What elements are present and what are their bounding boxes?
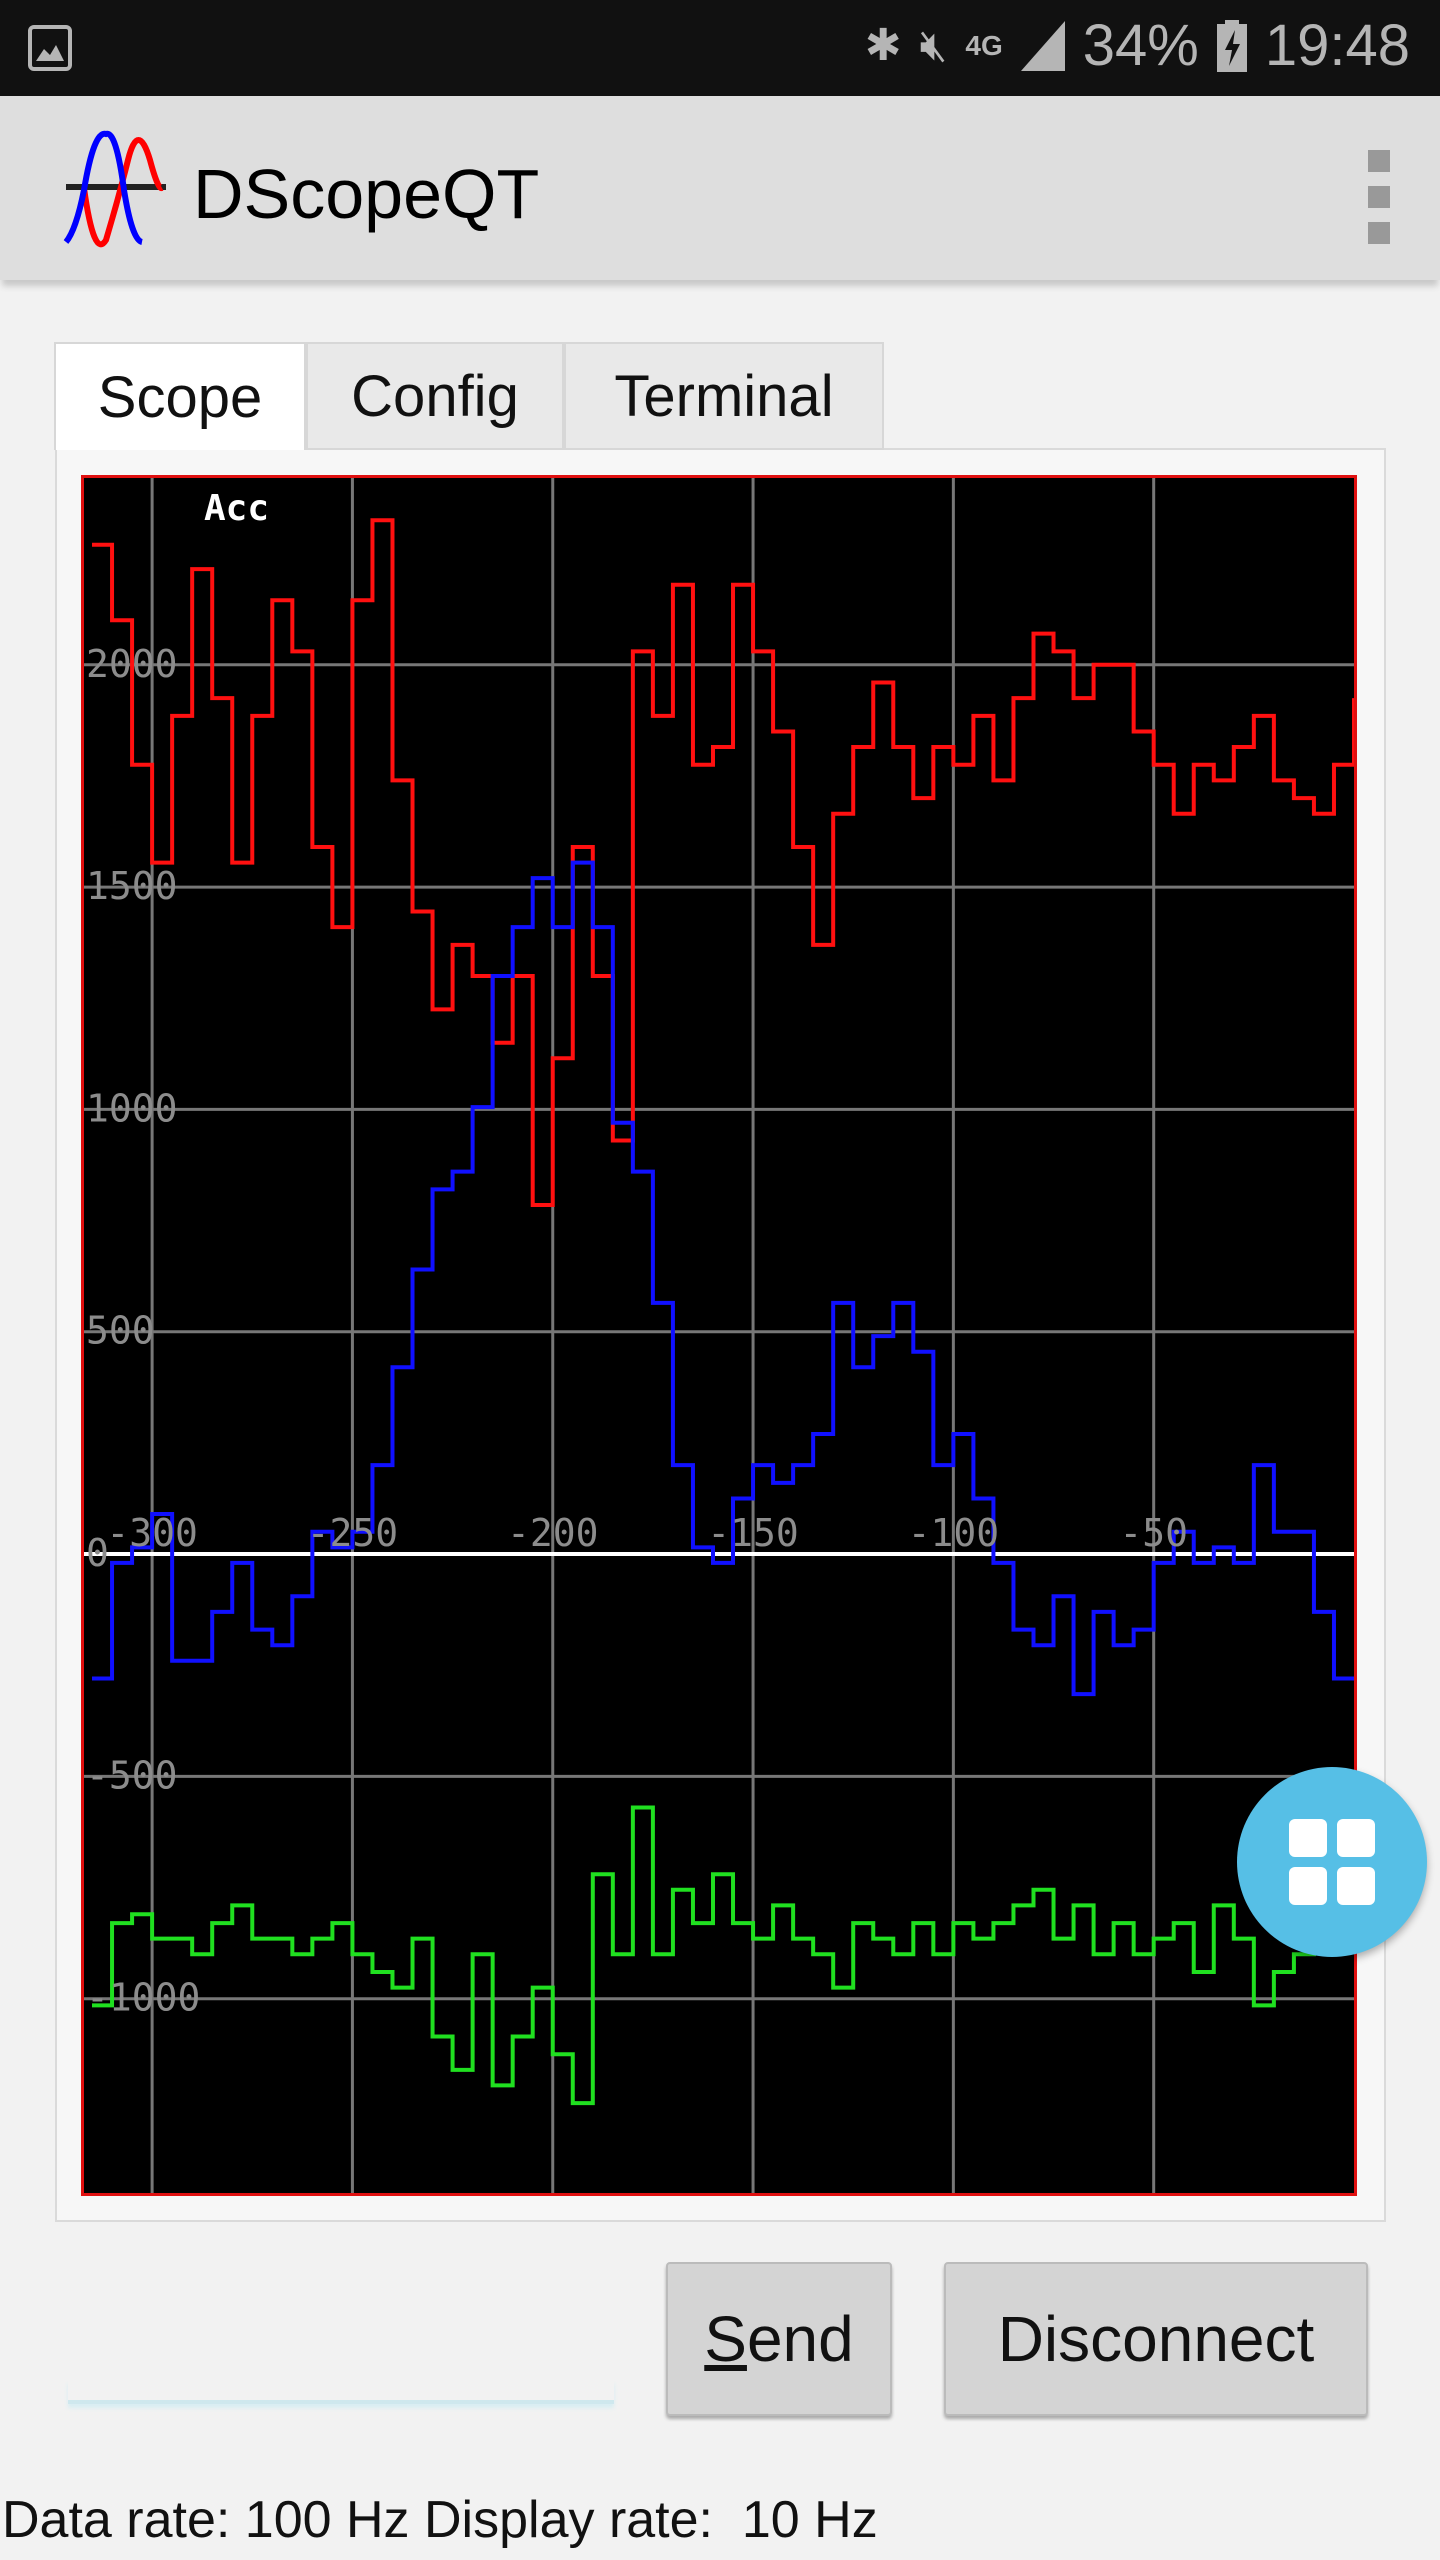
app-bar: DScopeQT — [0, 96, 1440, 280]
x-tick-label: -50 — [1119, 1511, 1188, 1555]
send-button[interactable]: Send — [666, 2262, 892, 2416]
command-input[interactable] — [68, 2380, 614, 2404]
tab-scope[interactable]: Scope — [54, 342, 306, 450]
tab-terminal[interactable]: Terminal — [564, 342, 884, 450]
x-tick-label: -150 — [707, 1511, 799, 1555]
series-line-1 — [92, 860, 1354, 1697]
y-tick-label: -500 — [86, 1753, 178, 1797]
more-vert-icon[interactable] — [1368, 150, 1390, 258]
series-line-2 — [92, 1805, 1356, 2106]
x-tick-label: -200 — [507, 1511, 599, 1555]
tab-config[interactable]: Config — [306, 342, 564, 450]
4g-icon: 4G — [965, 29, 1003, 61]
mute-icon: 🔇︎ — [919, 20, 948, 70]
image-icon — [28, 25, 72, 71]
y-tick-label: 0 — [86, 1531, 109, 1575]
x-tick-label: -300 — [106, 1511, 198, 1555]
y-tick-label: 500 — [86, 1309, 155, 1353]
app-logo — [63, 130, 166, 248]
battery-charging-icon — [1216, 19, 1247, 72]
battery-level: 34% — [1082, 13, 1199, 78]
y-tick-label: -1000 — [86, 1976, 200, 2020]
display-rate: Display rate: 10 Hz — [424, 2491, 878, 2549]
send-label: Send — [704, 2303, 854, 2375]
status-bar: ✱ 🔇︎ 4G 34% 19:48 — [0, 0, 1440, 96]
scope-plot: -300 -250 -200 -150 -100 -50 2000 1500 1000 500 0 -… — [81, 475, 1357, 2196]
disconnect-button[interactable]: Disconnect — [944, 2262, 1368, 2416]
grid-menu-button[interactable] — [1237, 1767, 1427, 1957]
clock: 19:48 — [1264, 13, 1410, 78]
y-tick-label: 2000 — [86, 642, 178, 686]
bluetooth-icon: ✱ — [864, 21, 902, 70]
signal-icon — [1020, 20, 1065, 71]
x-tick-label: -100 — [908, 1511, 1000, 1555]
rates-footer: Data rate: 100 Hz Display rate: 10 Hz — [2, 2490, 878, 2550]
chart-title: Acc — [204, 488, 269, 529]
x-tick-label: -250 — [307, 1511, 399, 1555]
app-title: DScopeQT — [193, 155, 540, 233]
y-tick-label: 1500 — [86, 864, 178, 908]
y-tick-label: 1000 — [86, 1086, 178, 1130]
scope-chart: -300 -250 -200 -150 -100 -50 2000 1500 1000 500 0 -… — [84, 478, 1356, 2193]
data-rate: Data rate: 100 Hz — [2, 2491, 410, 2549]
series-line-0 — [92, 518, 1356, 1207]
